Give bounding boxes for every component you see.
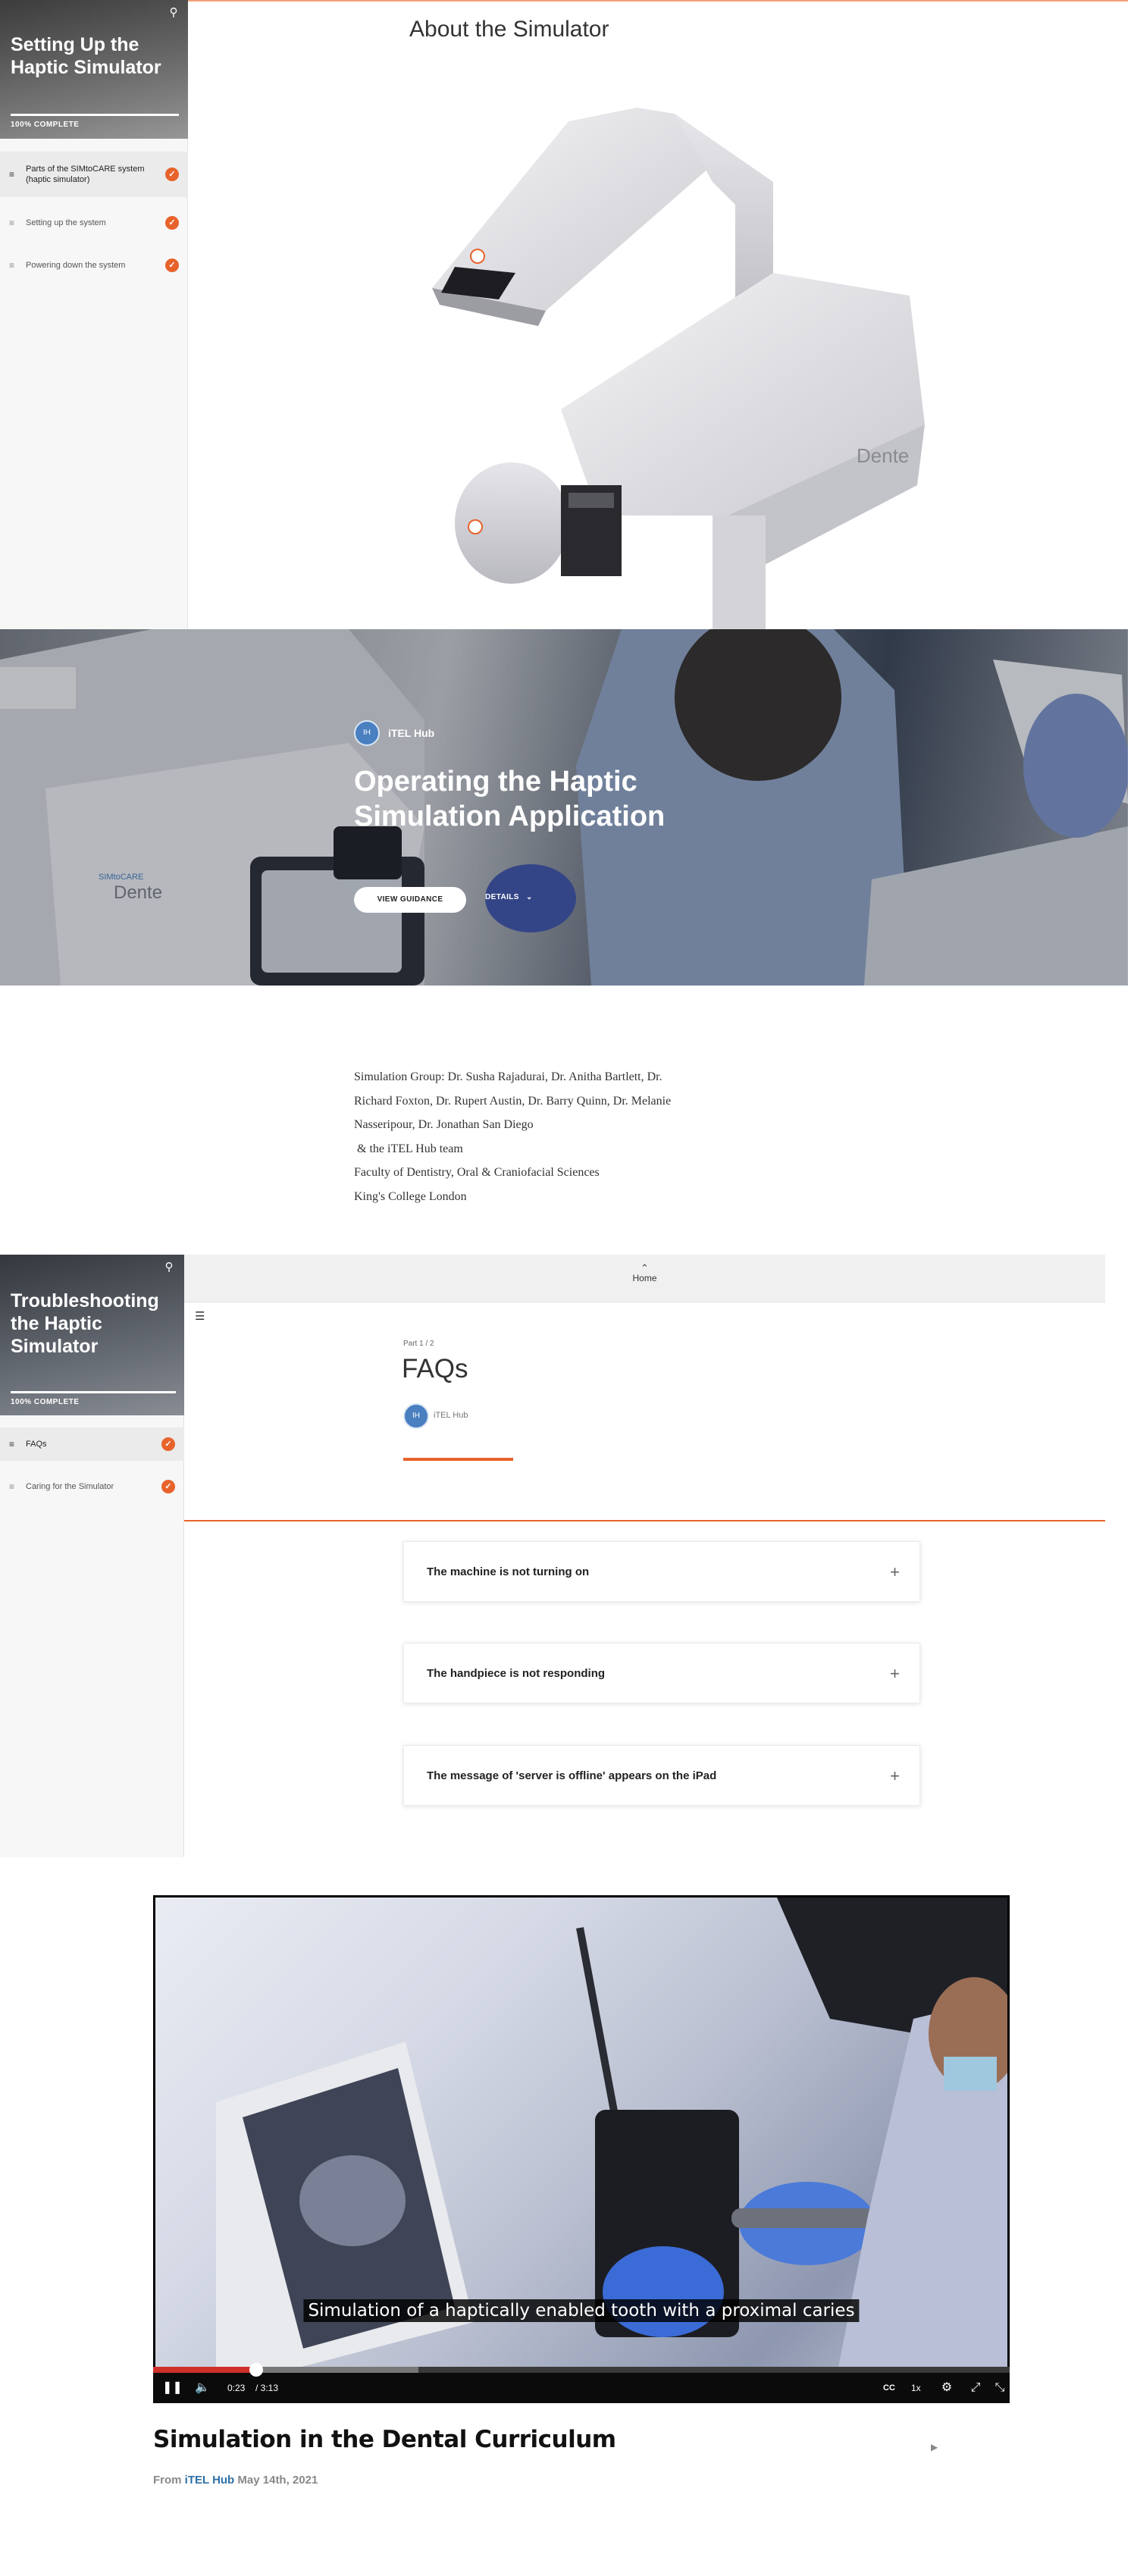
- check-icon: ✓: [165, 168, 179, 181]
- playback-speed[interactable]: 1x: [911, 2379, 921, 2397]
- plus-icon: +: [890, 1664, 900, 1683]
- list-icon: ≡: [9, 260, 15, 271]
- list-icon: ≡: [9, 169, 15, 180]
- list-icon: ≡: [9, 1481, 15, 1492]
- video-progress[interactable]: [153, 2363, 1010, 2377]
- hamburger-icon[interactable]: ☰: [195, 1309, 205, 1323]
- list-icon: ≡: [9, 1439, 15, 1449]
- video-date: May 14th, 2021: [237, 2474, 318, 2487]
- course-title: Troubleshooting the Haptic Simulator: [11, 1290, 159, 1357]
- home-link[interactable]: Home: [184, 1273, 1105, 1283]
- video-scrubber[interactable]: [249, 2363, 263, 2377]
- video-meta: From iTEL Hub May 14th, 2021: [153, 2474, 318, 2487]
- content-divider: [184, 1520, 1105, 1521]
- check-icon: ✓: [165, 216, 179, 230]
- volume-icon[interactable]: 🔈: [193, 2379, 212, 2397]
- play-icon[interactable]: ▶: [931, 2442, 938, 2452]
- details-button[interactable]: DETAILS ⌄: [485, 893, 533, 901]
- video-controls: ❚❚ 🔈 0:23 / 3:13 CC 1x ⚙ ⤢ ⤡: [153, 2363, 1010, 2403]
- course-progress-bar: [11, 114, 179, 116]
- faq-question: The handpiece is not responding: [427, 1667, 606, 1680]
- search-icon[interactable]: ⚲: [161, 1259, 177, 1276]
- lesson-setting-up[interactable]: ≡ Setting up the system ✓: [0, 206, 188, 240]
- lesson-powering-down[interactable]: ≡ Powering down the system ✓: [0, 249, 188, 282]
- lesson-label: Setting up the system: [26, 218, 106, 227]
- plus-icon: +: [890, 1562, 900, 1581]
- header-accent-line: [188, 0, 1128, 2]
- course-cover: ⚲ Troubleshooting the Haptic Simulator 1…: [0, 1255, 184, 1415]
- view-guidance-button[interactable]: VIEW GUIDANCE: [354, 887, 466, 913]
- credits-line: King's College London: [354, 1189, 467, 1203]
- settings-icon[interactable]: ⚙: [937, 2379, 957, 2397]
- video-author-link[interactable]: iTEL Hub: [185, 2474, 235, 2487]
- expand-icon[interactable]: ⤢: [966, 2379, 985, 2397]
- course-progress-label: 100% COMPLETE: [11, 1398, 80, 1406]
- lesson-label: Powering down the system: [26, 261, 126, 270]
- home-nav-bar[interactable]: ⌃ Home: [184, 1255, 1105, 1302]
- title-underline: [403, 1458, 513, 1461]
- credits-text: Simulation Group: Dr. Susha Rajadurai, D…: [354, 1065, 748, 1208]
- check-icon: ✓: [161, 1437, 175, 1451]
- section-title: About the Simulator: [409, 17, 609, 42]
- course-progress-label: 100% COMPLETE: [11, 121, 80, 129]
- lesson-faqs[interactable]: ≡ FAQs ✓: [0, 1427, 184, 1461]
- list-icon: ≡: [9, 218, 15, 228]
- faq-question: The machine is not turning on: [427, 1565, 590, 1578]
- course-sidebar: ⚲ Setting Up the Haptic Simulator 100% C…: [0, 0, 188, 629]
- video-player[interactable]: Simulation of a haptically enabled tooth…: [153, 1895, 1010, 2403]
- check-icon: ✓: [165, 259, 179, 272]
- part-label: Part 1 / 2: [403, 1340, 434, 1348]
- credits-line: Faculty of Dentistry, Oral & Craniofacia…: [354, 1166, 600, 1179]
- from-label: From: [153, 2474, 182, 2487]
- simulator-device-image: Dente: [432, 108, 925, 629]
- lesson-parts-of-system[interactable]: ≡ Parts of the SIMtoCARE system (haptic …: [0, 152, 188, 197]
- credits-line: Simulation Group: Dr. Susha Rajadurai, D…: [354, 1070, 662, 1083]
- hero-banner: Dente SIMtoCARE IH iTEL Hub Operating th…: [0, 629, 1128, 986]
- chevron-down-icon: ⌄: [526, 893, 533, 901]
- course-cover: ⚲ Setting Up the Haptic Simulator 100% C…: [0, 0, 188, 139]
- lesson-label: Caring for the Simulator: [26, 1482, 114, 1491]
- course-progress-bar: [11, 1391, 176, 1393]
- course-progress-fill: [11, 1391, 176, 1393]
- plus-icon: +: [890, 1766, 900, 1785]
- course-sidebar: ⚲ Troubleshooting the Haptic Simulator 1…: [0, 1255, 184, 1857]
- page-title: FAQs: [402, 1354, 468, 1384]
- course-progress-fill: [11, 114, 179, 116]
- credits-line: Nasseripour, Dr. Jonathan San Diego: [354, 1118, 534, 1131]
- credits-line: & the iTEL Hub team: [354, 1142, 463, 1155]
- pause-icon[interactable]: ❚❚: [162, 2379, 183, 2397]
- video-played: [153, 2367, 256, 2373]
- faq-item[interactable]: The handpiece is not responding +: [403, 1643, 920, 1703]
- hero-title: Operating the Haptic Simulation Applicat…: [354, 766, 666, 832]
- fullscreen-icon[interactable]: ⤡: [990, 2379, 1010, 2397]
- faq-item[interactable]: The machine is not turning on +: [403, 1541, 920, 1602]
- faq-item[interactable]: The message of 'server is offline' appea…: [403, 1745, 920, 1806]
- faq-question: The message of 'server is offline' appea…: [427, 1769, 717, 1782]
- publisher-avatar: IH: [354, 720, 380, 746]
- video-caption: Simulation of a haptically enabled tooth…: [303, 2299, 860, 2322]
- video-duration: / 3:13: [255, 2383, 279, 2393]
- lesson-caring[interactable]: ≡ Caring for the Simulator ✓: [0, 1470, 184, 1503]
- course-troubleshooting-section: ⚲ Troubleshooting the Haptic Simulator 1…: [0, 1255, 1105, 1857]
- check-icon: ✓: [161, 1480, 175, 1493]
- credits-line: Richard Foxton, Dr. Rupert Austin, Dr. B…: [354, 1094, 672, 1108]
- lesson-label: Parts of the SIMtoCARE system (haptic si…: [26, 165, 145, 184]
- video-title: Simulation in the Dental Curriculum: [153, 2426, 616, 2453]
- course-title: Setting Up the Haptic Simulator: [11, 34, 161, 78]
- publisher-name: iTEL Hub: [388, 727, 435, 739]
- cc-icon[interactable]: CC: [879, 2379, 899, 2397]
- search-icon[interactable]: ⚲: [165, 5, 182, 21]
- video-current-time: 0:23: [227, 2383, 246, 2393]
- lesson-label: FAQs: [26, 1440, 47, 1449]
- details-label: DETAILS: [485, 893, 519, 901]
- device-brand-label: Dente: [857, 444, 909, 467]
- author-name: iTEL Hub: [434, 1411, 468, 1420]
- course-setup-section: ⚲ Setting Up the Haptic Simulator 100% C…: [0, 0, 1137, 629]
- author-avatar: IH: [403, 1403, 429, 1429]
